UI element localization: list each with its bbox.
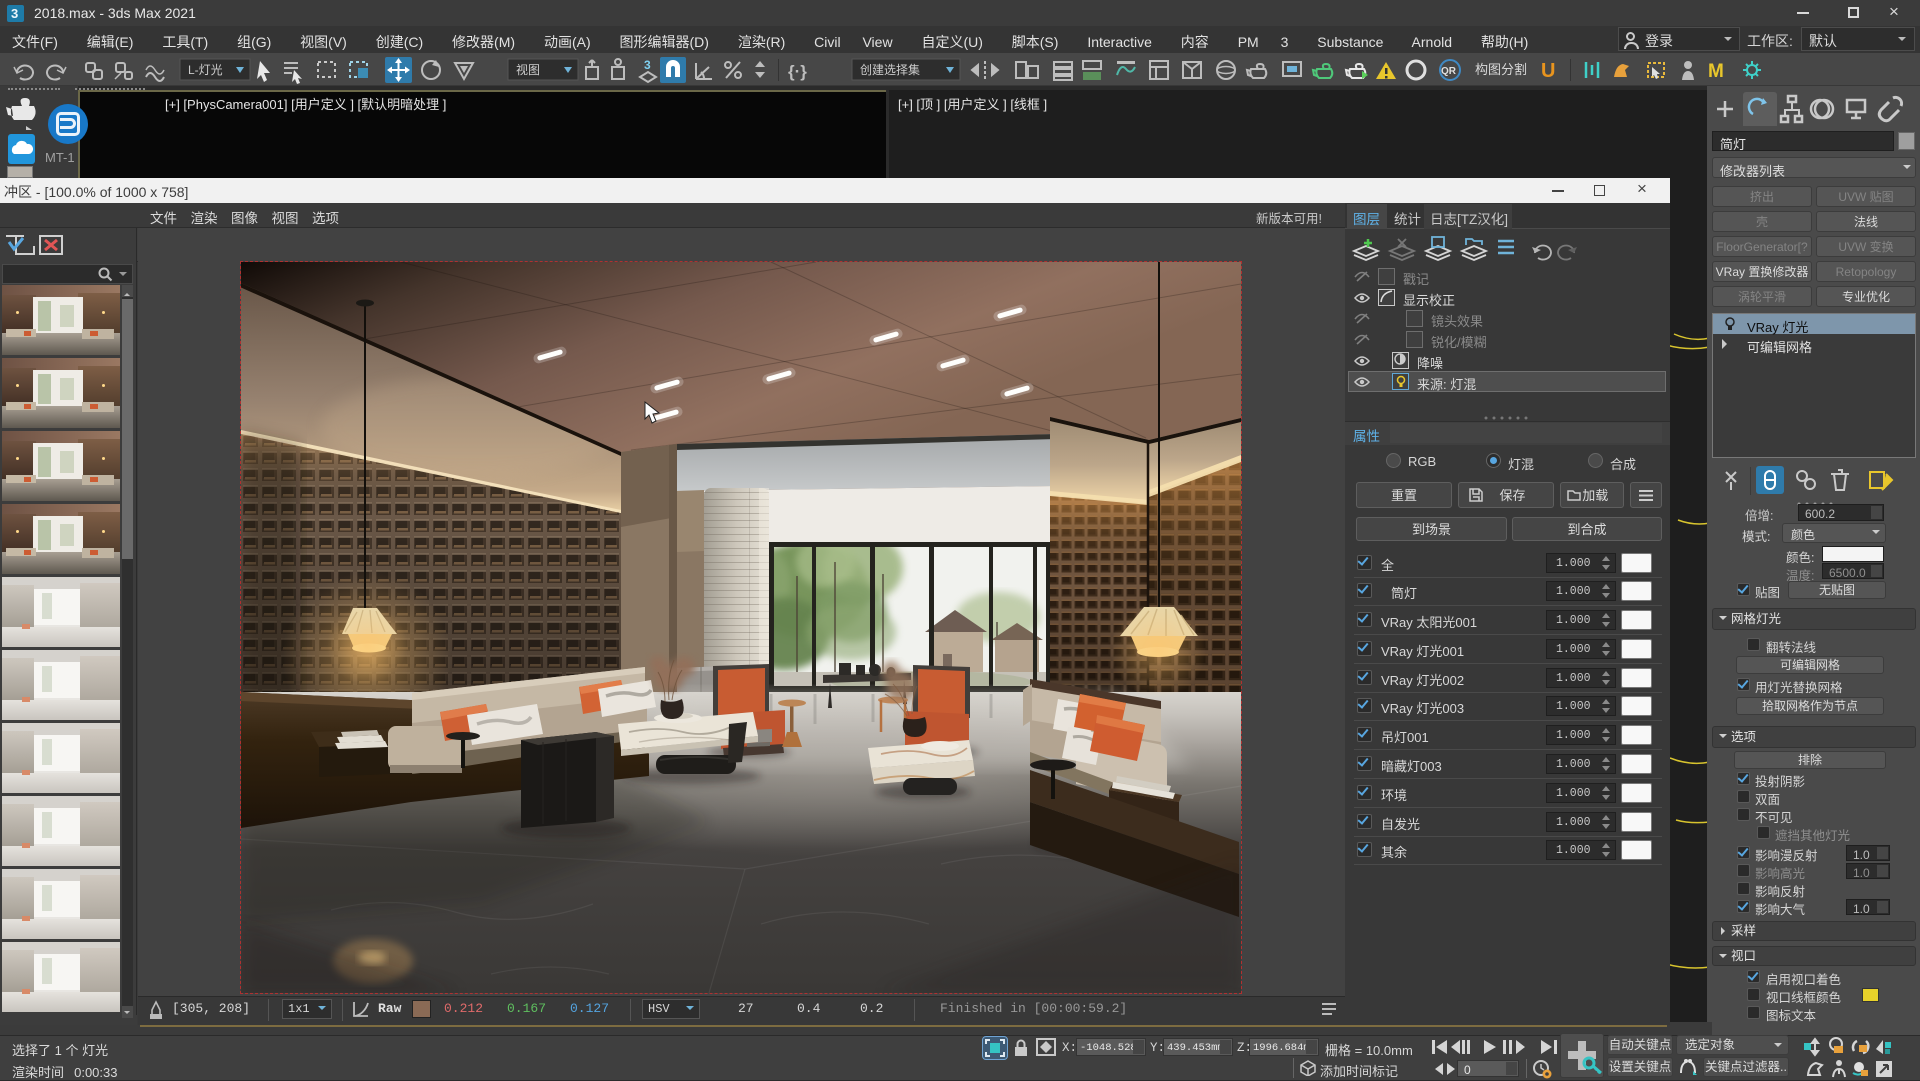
svg-text:创建选择集: 创建选择集	[860, 62, 920, 77]
svg-text:M: M	[1708, 61, 1724, 82]
svg-text:{·}: {·}	[788, 62, 807, 81]
svg-text:3: 3	[644, 58, 651, 72]
svg-text:构图分割: 构图分割	[1475, 62, 1527, 77]
svg-text:L-灯光: L-灯光	[188, 63, 223, 77]
svg-text:QR: QR	[1441, 66, 1457, 77]
svg-text:U: U	[1541, 60, 1555, 82]
svg-text:视图: 视图	[516, 62, 540, 77]
